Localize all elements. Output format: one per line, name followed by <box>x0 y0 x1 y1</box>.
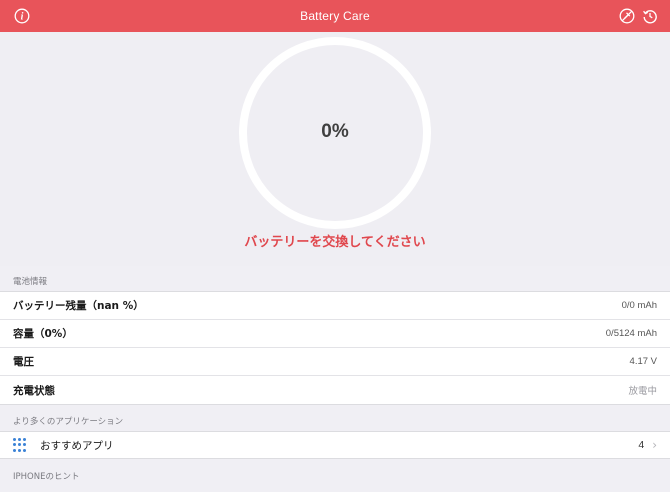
row-value: 0/5124 mAh <box>605 328 657 339</box>
navigation-bar: i Battery Care <box>0 0 670 32</box>
info-icon[interactable]: i <box>14 8 30 24</box>
app-grid-icon <box>13 438 27 452</box>
recommended-apps-row[interactable]: おすすめアプリ 4 › <box>0 432 670 458</box>
battery-gauge-area: 0% バッテリーを交換してください <box>0 32 670 266</box>
page-title: Battery Care <box>300 9 370 23</box>
voltage-row: 電圧 4.17 V <box>0 348 670 376</box>
replace-battery-warning: バッテリーを交換してください <box>244 235 426 250</box>
row-label: 電圧 <box>13 356 34 368</box>
row-value: 0/0 mAh <box>621 300 657 311</box>
capacity-row: 容量（0%） 0/5124 mAh <box>0 320 670 348</box>
history-icon[interactable] <box>642 8 658 24</box>
more-apps-group: おすすめアプリ 4 › <box>0 431 670 459</box>
charging-state-row: 充電状態 放電中 <box>0 376 670 404</box>
row-label: バッテリー残量（nan %） <box>13 300 144 312</box>
row-label: 充電状態 <box>13 384 55 397</box>
recommended-apps-label: おすすめアプリ <box>40 439 114 452</box>
chevron-right-icon: › <box>652 438 657 452</box>
remaining-capacity-row: バッテリー残量（nan %） 0/0 mAh <box>0 292 670 320</box>
row-value: 放電中 <box>628 386 657 397</box>
iphone-hints-header: IPHONEのヒント <box>13 472 80 482</box>
row-label: 容量（0%） <box>13 328 73 340</box>
no-charge-icon[interactable] <box>619 8 635 24</box>
battery-info-header: 電池情報 <box>13 277 48 287</box>
battery-info-group: バッテリー残量（nan %） 0/0 mAh 容量（0%） 0/5124 mAh… <box>0 291 670 405</box>
row-value: 4.17 V <box>629 356 657 367</box>
recommended-apps-count: 4 <box>638 439 645 451</box>
battery-percent: 0% <box>321 121 349 142</box>
svg-text:i: i <box>21 12 24 23</box>
more-apps-header: より多くのアプリケーション <box>13 417 124 427</box>
